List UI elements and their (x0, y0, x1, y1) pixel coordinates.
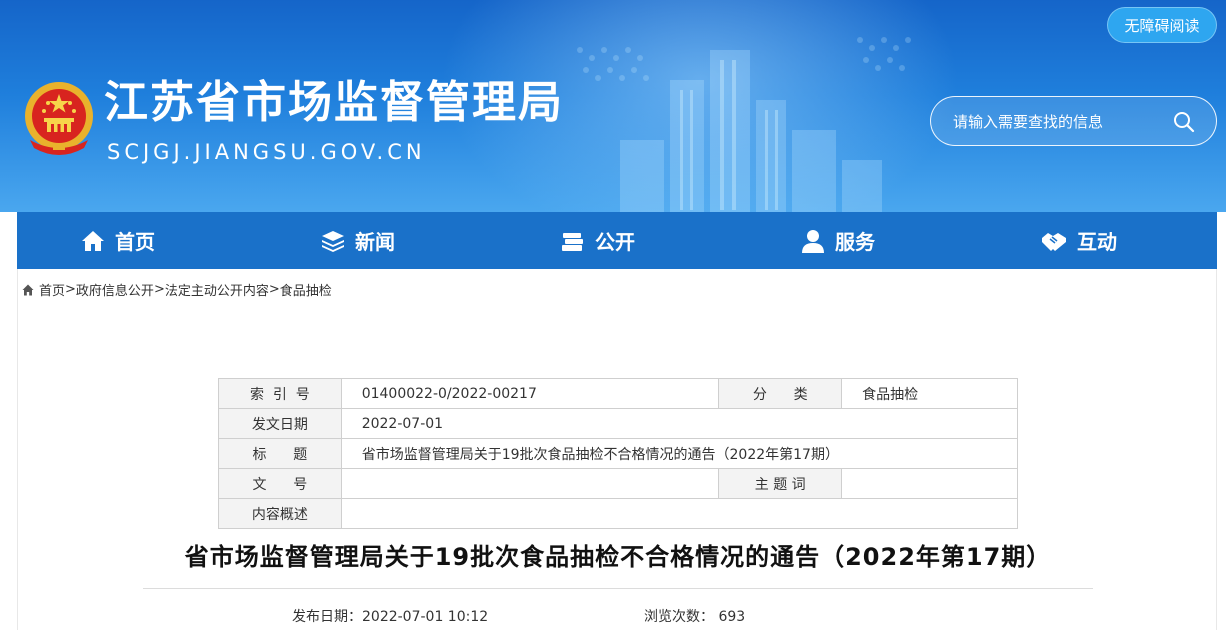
breadcrumb-item-food-inspection[interactable]: 食品抽检 (280, 280, 332, 299)
main-nav: 首页 新闻 公开 服务 互动 (17, 212, 1217, 269)
index-value: 01400022-0/2022-00217 (340, 378, 720, 409)
layers-icon (322, 230, 344, 252)
publish-value: 2022-07-01 10:12 (362, 609, 489, 625)
breadcrumb-item-gov-info[interactable]: 政府信息公开 (76, 280, 154, 299)
title-label: 标 题 (218, 438, 342, 469)
nav-item-news[interactable]: 新闻 (321, 212, 395, 269)
title-divider (143, 588, 1093, 589)
table-row: 文 号 主 题 词 (218, 468, 1018, 499)
search-icon[interactable] (1172, 110, 1196, 134)
site-header: 江苏省市场监督管理局 SCJGJ.JIANGSU.GOV.CN 无障碍阅读 (0, 0, 1226, 212)
document-meta-table: 索 引 号 01400022-0/2022-00217 分 类 食品抽检 发文日… (218, 378, 1019, 529)
breadcrumb-separator: > (65, 282, 76, 297)
publish-label: 发布日期： (292, 609, 362, 625)
search-input[interactable] (953, 109, 1173, 135)
breadcrumb-separator: > (153, 282, 165, 297)
title-value: 省市场监督管理局关于19批次食品抽检不合格情况的通告（2022年第17期） (340, 438, 1019, 469)
keyword-value (841, 468, 1018, 499)
publish-date: 发布日期：2022-07-01 10:12 (292, 606, 488, 626)
user-icon (802, 229, 824, 253)
breadcrumb-item-statutory[interactable]: 法定主动公开内容 (165, 280, 269, 299)
nav-item-home[interactable]: 首页 (81, 212, 155, 269)
home-icon (82, 230, 104, 251)
site-domain: SCJGJ.JIANGSU.GOV.CN (107, 140, 426, 164)
content-area: 首页 > 政府信息公开 > 法定主动公开内容 > 食品抽检 索 引 号 0140… (17, 269, 1217, 630)
article-title: 省市场监督管理局关于19批次食品抽检不合格情况的通告（2022年第17期） (184, 543, 1052, 571)
date-label: 发文日期 (218, 408, 342, 439)
nav-label-open: 公开 (595, 230, 635, 254)
handshake-icon (1042, 232, 1066, 251)
nav-label-home: 首页 (115, 230, 155, 254)
nav-label-news: 新闻 (355, 230, 395, 254)
view-count: 浏览次数： 693 (644, 606, 745, 626)
accessibility-button[interactable]: 无障碍阅读 (1107, 7, 1217, 43)
site-title: 江苏省市场监督管理局 (104, 77, 564, 128)
views-label: 浏览次数： (644, 609, 714, 625)
views-value: 693 (718, 609, 746, 625)
category-value: 食品抽检 (841, 378, 1018, 409)
breadcrumb: 首页 > 政府信息公开 > 法定主动公开内容 > 食品抽检 (22, 280, 332, 299)
search-box[interactable] (930, 96, 1217, 146)
table-row: 内容概述 (218, 498, 1019, 529)
summary-label: 内容概述 (218, 498, 342, 529)
nav-item-open[interactable]: 公开 (561, 212, 635, 269)
category-label: 分 类 (718, 378, 843, 409)
nav-item-service[interactable]: 服务 (801, 212, 875, 269)
table-row: 索 引 号 01400022-0/2022-00217 分 类 食品抽检 (218, 378, 1018, 409)
breadcrumb-separator: > (268, 282, 280, 297)
date-value: 2022-07-01 (340, 408, 1019, 439)
breadcrumb-item-home[interactable]: 首页 (39, 280, 65, 299)
books-icon (562, 232, 583, 251)
national-emblem-icon (25, 82, 93, 155)
table-row: 标 题 省市场监督管理局关于19批次食品抽检不合格情况的通告（2022年第17期… (218, 438, 1019, 469)
summary-value (340, 498, 1019, 529)
keyword-label: 主 题 词 (718, 468, 843, 499)
nav-label-service: 服务 (835, 230, 875, 254)
table-row: 发文日期 2022-07-01 (218, 408, 1019, 439)
nav-label-interact: 互动 (1077, 230, 1117, 254)
docno-value (340, 468, 720, 499)
index-label: 索 引 号 (218, 378, 342, 409)
docno-label: 文 号 (218, 468, 342, 499)
nav-item-interact[interactable]: 互动 (1041, 212, 1117, 269)
breadcrumb-home-icon (22, 284, 34, 295)
